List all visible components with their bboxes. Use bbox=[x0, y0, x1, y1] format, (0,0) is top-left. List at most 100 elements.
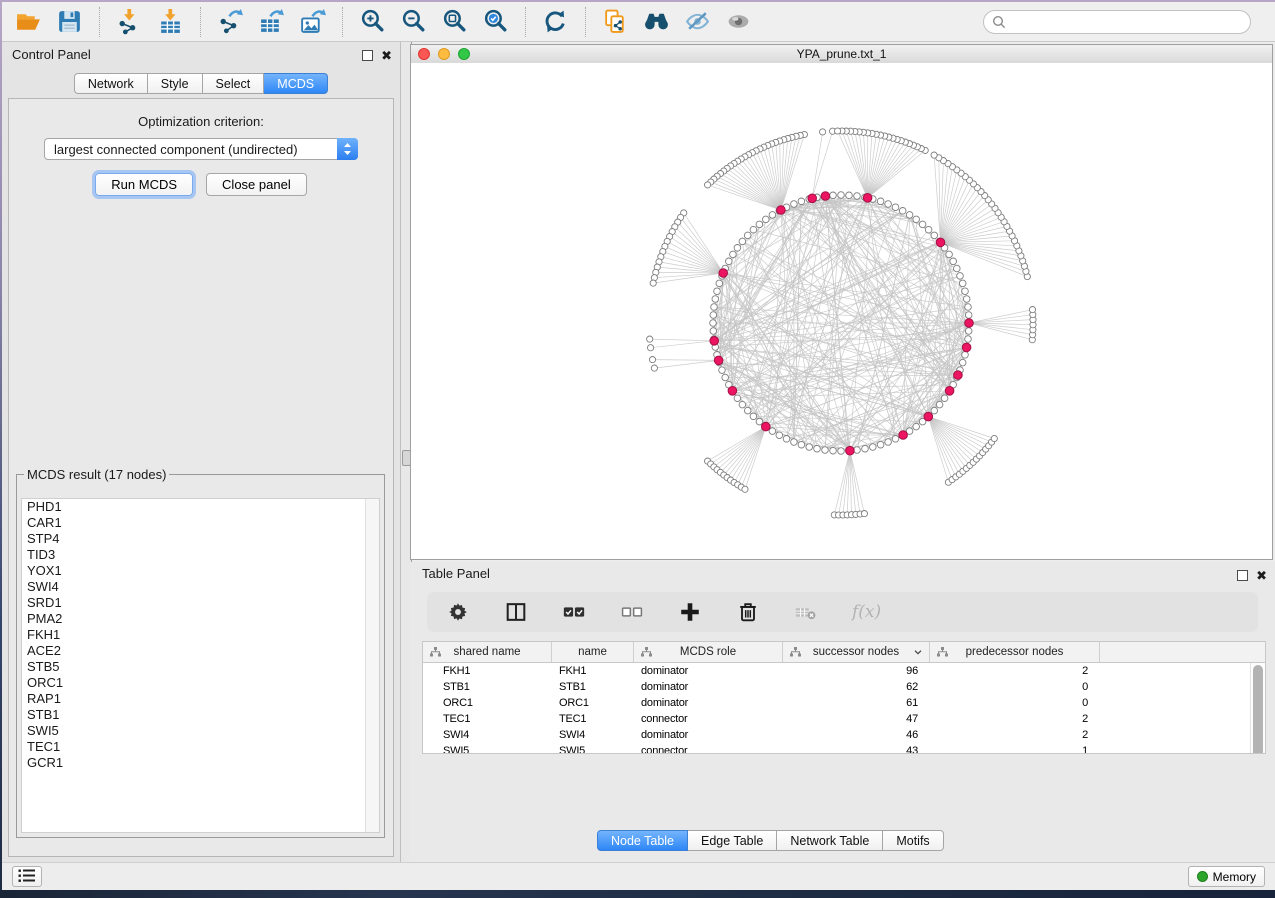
cell[interactable]: 0 bbox=[930, 679, 1100, 695]
network-node[interactable] bbox=[877, 441, 884, 448]
export-network-button[interactable] bbox=[213, 7, 248, 36]
network-node[interactable] bbox=[885, 201, 892, 208]
network-node[interactable] bbox=[950, 258, 957, 265]
cell[interactable]: 62 bbox=[783, 679, 930, 695]
network-node[interactable] bbox=[798, 198, 805, 205]
network-node[interactable] bbox=[838, 448, 845, 455]
network-node[interactable] bbox=[830, 447, 837, 454]
network-node[interactable] bbox=[791, 201, 798, 208]
network-node[interactable] bbox=[651, 365, 657, 371]
network-node[interactable] bbox=[919, 221, 926, 228]
network-node[interactable] bbox=[906, 212, 913, 219]
table-row[interactable]: STB1STB1dominator620 bbox=[423, 679, 1265, 695]
window-close-light[interactable] bbox=[418, 48, 430, 60]
network-node[interactable] bbox=[877, 198, 884, 205]
cell[interactable]: dominator bbox=[634, 663, 783, 679]
cell[interactable]: ORC1 bbox=[552, 695, 634, 711]
cell[interactable]: 1 bbox=[930, 743, 1100, 754]
dominator-node[interactable] bbox=[936, 238, 945, 247]
dominator-node[interactable] bbox=[728, 387, 737, 396]
criterion-select[interactable]: largest connected component (undirected) bbox=[44, 138, 358, 160]
window-minimize-light[interactable] bbox=[438, 48, 450, 60]
network-node[interactable] bbox=[959, 280, 966, 287]
network-node[interactable] bbox=[712, 296, 719, 303]
tab-style[interactable]: Style bbox=[148, 73, 203, 94]
dominator-node[interactable] bbox=[924, 412, 933, 421]
network-node[interactable] bbox=[744, 407, 751, 414]
network-node[interactable] bbox=[965, 328, 972, 335]
result-node[interactable]: STP4 bbox=[22, 531, 379, 547]
network-node[interactable] bbox=[941, 395, 948, 402]
result-node[interactable]: YOX1 bbox=[22, 563, 379, 579]
result-node[interactable]: FKH1 bbox=[22, 627, 379, 643]
float-table-panel-icon[interactable] bbox=[1237, 570, 1248, 581]
cell[interactable]: 2 bbox=[930, 663, 1100, 679]
zoom-selected-button[interactable] bbox=[478, 7, 513, 36]
run-mcds-button[interactable]: Run MCDS bbox=[95, 173, 193, 196]
close-table-panel-icon[interactable]: ✖ bbox=[1256, 569, 1267, 582]
network-node[interactable] bbox=[756, 221, 763, 228]
network-node[interactable] bbox=[830, 192, 837, 199]
cell[interactable]: dominator bbox=[634, 679, 783, 695]
dominator-node[interactable] bbox=[710, 337, 719, 346]
cell[interactable]: connector bbox=[634, 711, 783, 727]
network-node[interactable] bbox=[820, 129, 826, 135]
network-node[interactable] bbox=[931, 232, 938, 239]
network-node[interactable] bbox=[936, 401, 943, 408]
network-node[interactable] bbox=[722, 374, 729, 381]
network-window-titlebar[interactable]: YPA_prune.txt_1 bbox=[411, 45, 1272, 64]
result-node[interactable]: SWI4 bbox=[22, 579, 379, 595]
network-node[interactable] bbox=[783, 436, 790, 443]
deselect-all-button[interactable] bbox=[616, 599, 648, 625]
panel-list-button[interactable] bbox=[12, 866, 42, 887]
cell[interactable]: 61 bbox=[783, 695, 930, 711]
network-node[interactable] bbox=[750, 226, 757, 233]
table-row[interactable]: TEC1TEC1connector472 bbox=[423, 711, 1265, 727]
search-input[interactable] bbox=[983, 10, 1251, 34]
refresh-button[interactable] bbox=[538, 7, 573, 36]
dominator-node[interactable] bbox=[777, 206, 786, 215]
table-scrollbar[interactable] bbox=[1250, 663, 1265, 753]
network-node[interactable] bbox=[892, 436, 899, 443]
cell[interactable]: 46 bbox=[783, 727, 930, 743]
cell[interactable]: SWI4 bbox=[552, 727, 634, 743]
network-node[interactable] bbox=[726, 258, 733, 265]
network-node[interactable] bbox=[965, 304, 972, 311]
dominator-node[interactable] bbox=[962, 343, 971, 352]
add-column-button[interactable] bbox=[674, 599, 706, 625]
network-node[interactable] bbox=[763, 216, 770, 223]
result-scrollbar[interactable] bbox=[365, 499, 379, 832]
tab-select[interactable]: Select bbox=[203, 73, 265, 94]
table-row[interactable]: SWI4SWI4dominator462 bbox=[423, 727, 1265, 743]
network-node[interactable] bbox=[991, 435, 997, 441]
network-node[interactable] bbox=[946, 251, 953, 258]
network-node[interactable] bbox=[730, 251, 737, 258]
network-node[interactable] bbox=[854, 193, 861, 200]
mcds-result-list[interactable]: PHD1CAR1STP4TID3YOX1SWI4SRD1PMA2FKH1ACE2… bbox=[21, 498, 380, 833]
network-node[interactable] bbox=[965, 336, 972, 343]
cell[interactable]: connector bbox=[634, 743, 783, 754]
result-node[interactable]: SRD1 bbox=[22, 595, 379, 611]
dominator-node[interactable] bbox=[714, 356, 723, 365]
cell[interactable]: 43 bbox=[783, 743, 930, 754]
cell[interactable]: SWI5 bbox=[552, 743, 634, 754]
cell[interactable]: TEC1 bbox=[423, 711, 552, 727]
network-node[interactable] bbox=[899, 208, 906, 215]
network-node[interactable] bbox=[776, 432, 783, 439]
network-node[interactable] bbox=[710, 312, 717, 319]
result-node[interactable]: TID3 bbox=[22, 547, 379, 563]
close-panel-button[interactable]: Close panel bbox=[206, 173, 307, 196]
network-graph[interactable] bbox=[411, 63, 1272, 559]
network-node[interactable] bbox=[954, 265, 961, 272]
column-layout-button[interactable] bbox=[500, 599, 532, 625]
cell[interactable]: ORC1 bbox=[423, 695, 552, 711]
import-table-button[interactable] bbox=[153, 7, 188, 36]
tab-node-table[interactable]: Node Table bbox=[597, 830, 688, 851]
network-node[interactable] bbox=[734, 245, 741, 252]
cell[interactable]: dominator bbox=[634, 695, 783, 711]
close-panel-icon[interactable]: ✖ bbox=[381, 49, 392, 62]
network-node[interactable] bbox=[892, 204, 899, 211]
network-node[interactable] bbox=[719, 367, 726, 374]
memory-button[interactable]: Memory bbox=[1188, 866, 1265, 887]
column-header-MCDS-role[interactable]: MCDS role bbox=[634, 642, 783, 662]
